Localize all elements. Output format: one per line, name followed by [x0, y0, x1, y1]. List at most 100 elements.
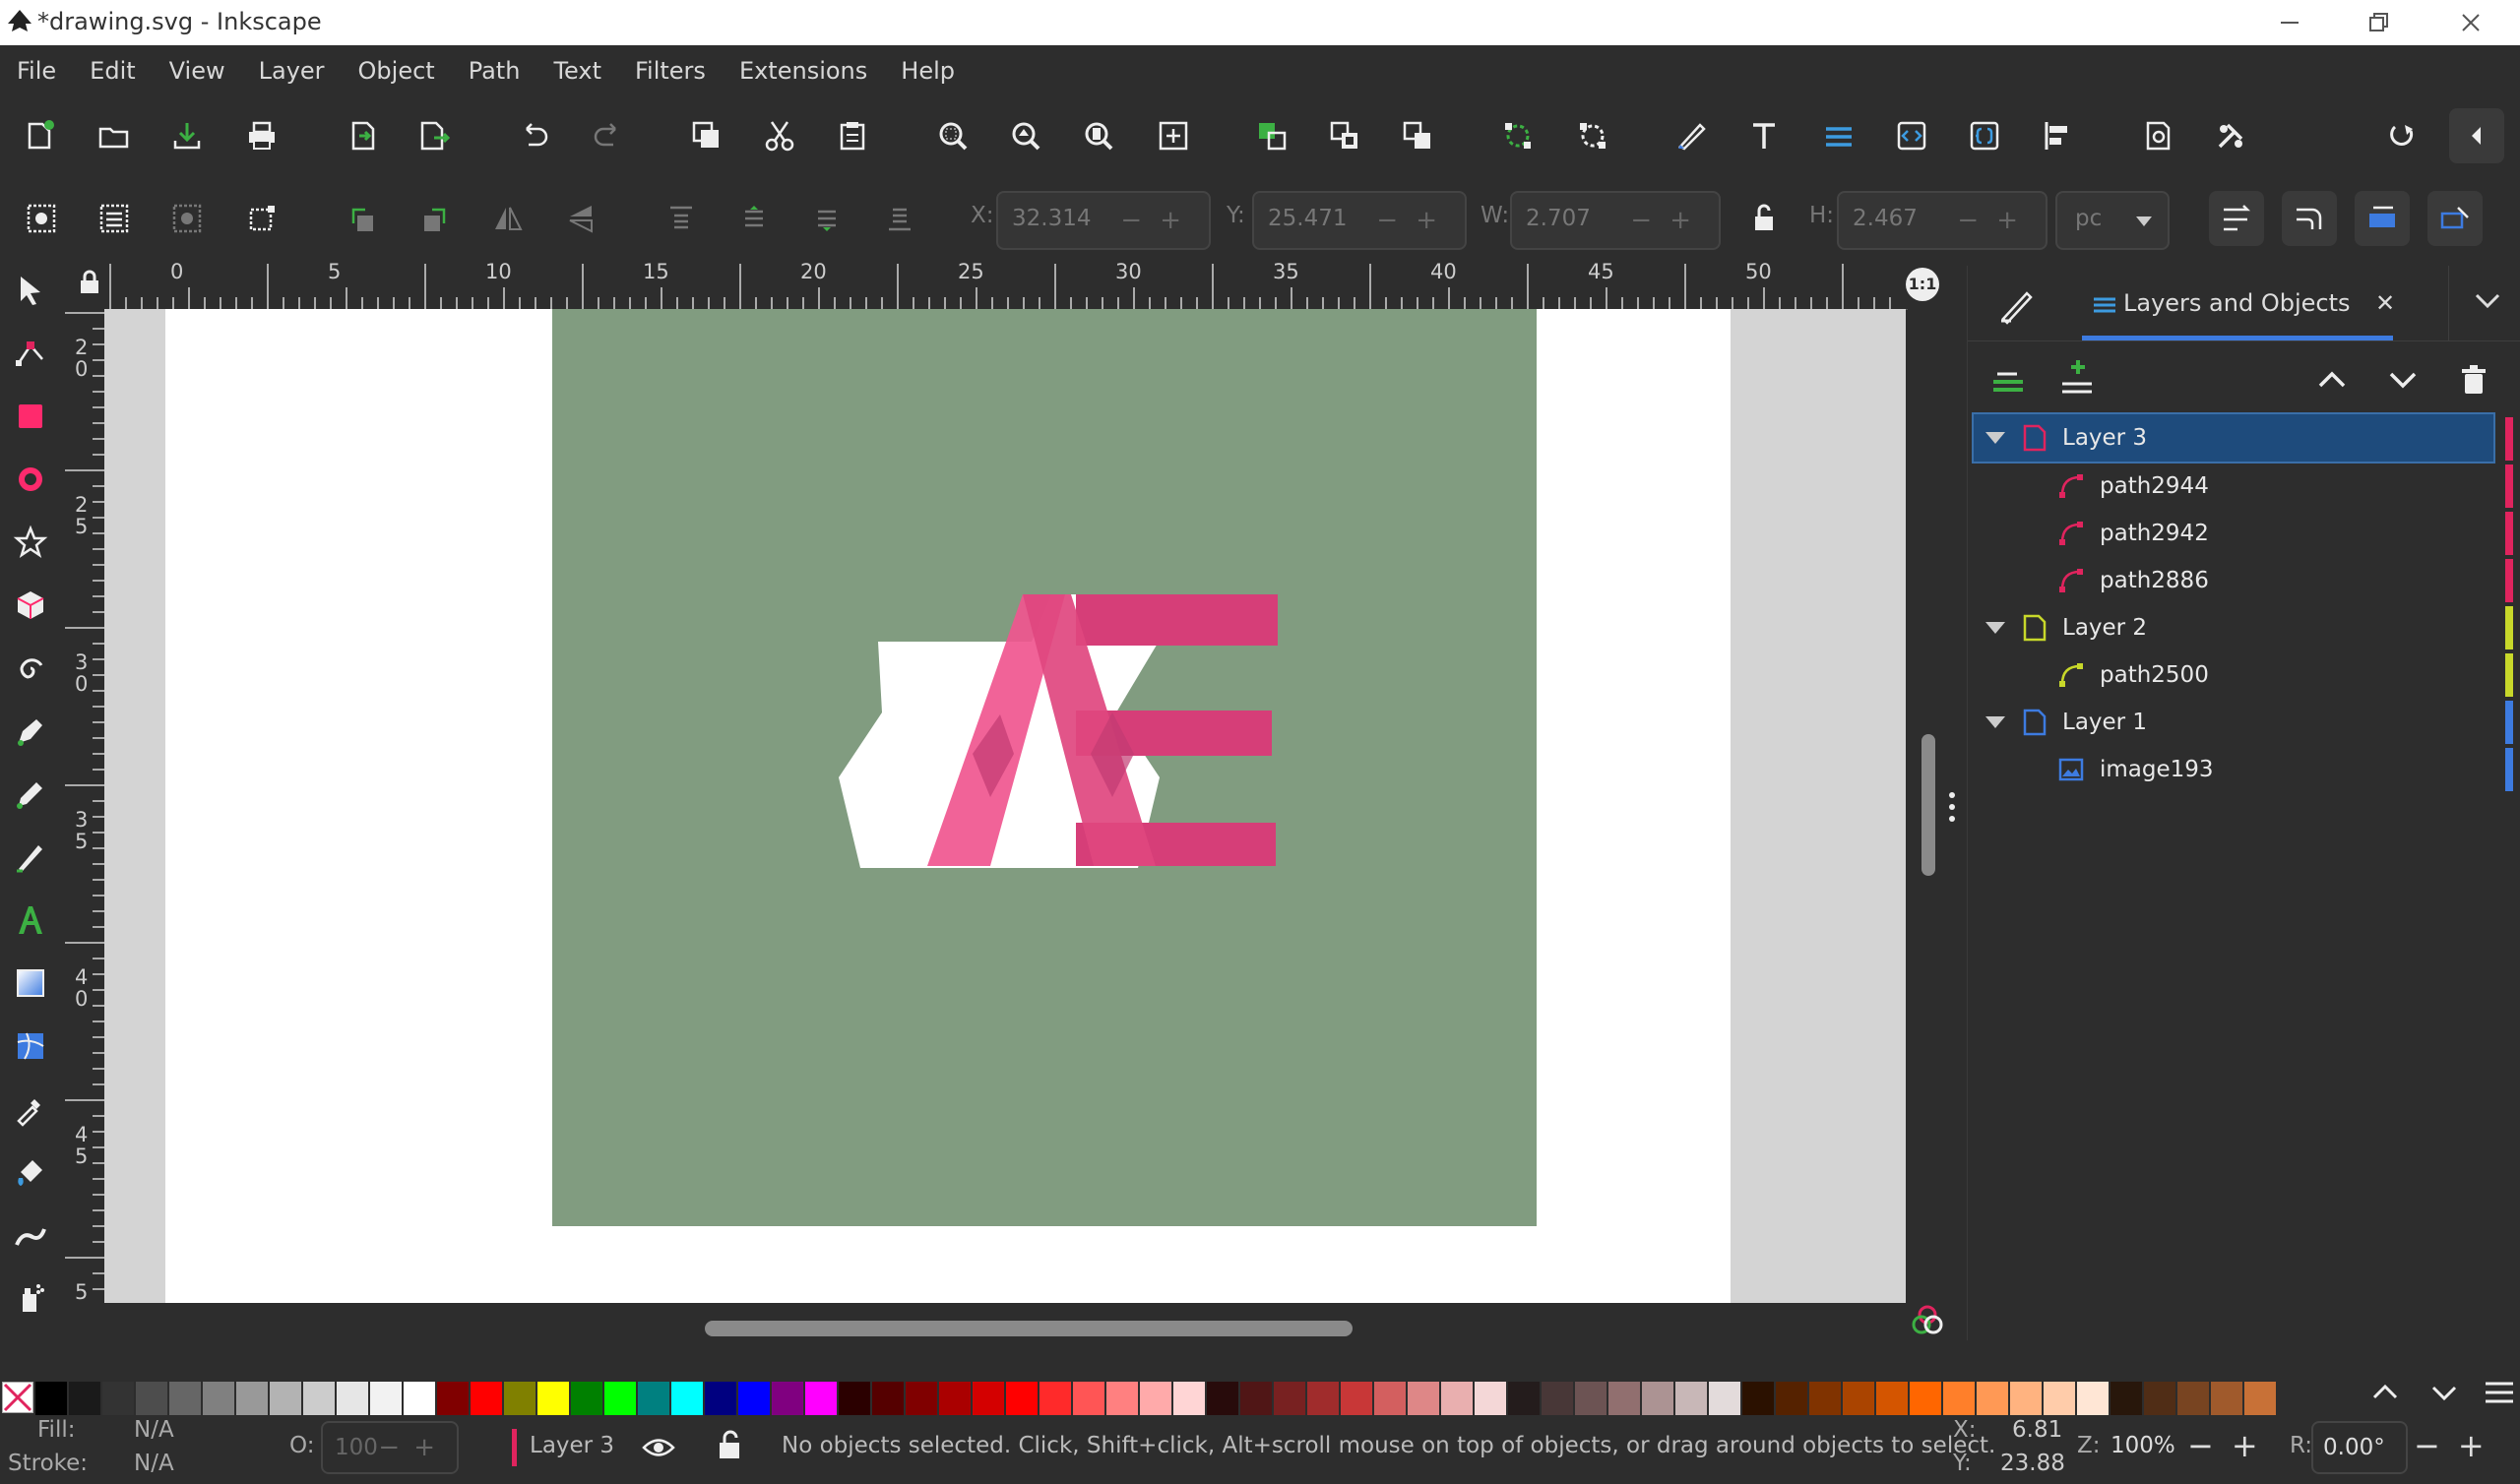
opacity-stepper-icon[interactable]: −+ [378, 1433, 449, 1462]
color-swatch[interactable] [1709, 1382, 1740, 1415]
color-swatch[interactable] [1910, 1382, 1941, 1415]
rectangle-tool-icon[interactable] [6, 392, 55, 441]
redo-icon[interactable] [581, 108, 636, 163]
color-swatch[interactable] [1106, 1382, 1138, 1415]
menu-help[interactable]: Help [884, 49, 972, 93]
move-layer-up-icon[interactable] [2314, 362, 2350, 398]
add-sublayer-icon[interactable] [1989, 362, 2029, 398]
x-stepper-icon[interactable]: −+ [1120, 206, 1199, 235]
horizontal-ruler[interactable]: 0 5 10 15 20 25 30 35 40 45 50 1:1 [61, 258, 1939, 310]
color-swatch[interactable] [1809, 1382, 1841, 1415]
color-swatch[interactable] [337, 1382, 368, 1415]
lock-ratio-icon[interactable] [1736, 191, 1792, 246]
color-swatch[interactable] [939, 1382, 971, 1415]
layer-row-layer-1[interactable]: Layer 1 [1974, 699, 2493, 746]
raise-icon[interactable] [726, 191, 782, 246]
stroke-value[interactable]: N/A [134, 1451, 174, 1476]
move-gradients-icon[interactable] [2355, 191, 2410, 246]
menu-path[interactable]: Path [452, 49, 537, 93]
flip-vertical-icon[interactable] [553, 191, 608, 246]
vertical-ruler[interactable]: 2 0 2 5 3 0 3 5 4 0 4 5 5 [61, 309, 104, 1303]
color-swatch[interactable] [1408, 1382, 1439, 1415]
object-row-image193[interactable]: image193 [1974, 746, 2493, 793]
height-field[interactable]: 2.467 −+ [1837, 191, 2048, 250]
preferences-icon[interactable] [2203, 108, 2258, 163]
chevron-down-icon[interactable] [1984, 430, 2007, 446]
clone-icon[interactable] [1390, 108, 1445, 163]
color-swatch[interactable] [2010, 1382, 2042, 1415]
tab-layers-and-objects[interactable]: Layers and Objects ✕ [2082, 266, 2425, 340]
menu-file[interactable]: File [0, 49, 73, 93]
object-row-path2500[interactable]: path2500 [1974, 651, 2493, 699]
selector-tool-icon[interactable] [6, 266, 55, 315]
color-swatch[interactable] [102, 1382, 134, 1415]
rotate-cw-icon[interactable] [408, 191, 463, 246]
menu-layer[interactable]: Layer [242, 49, 342, 93]
zoom-center-page-icon[interactable] [1146, 108, 1201, 163]
vertical-scroll-thumb[interactable] [1922, 734, 1935, 876]
touch-select-icon[interactable] [234, 191, 289, 246]
color-swatch[interactable] [1475, 1382, 1506, 1415]
star-tool-icon[interactable] [6, 518, 55, 567]
width-field[interactable]: 2.707 −+ [1510, 191, 1721, 250]
zoom-drawing-icon[interactable] [998, 108, 1053, 163]
cut-icon[interactable] [752, 108, 807, 163]
color-swatch[interactable] [1374, 1382, 1406, 1415]
color-swatch[interactable] [537, 1382, 569, 1415]
ungroup-icon[interactable] [1317, 108, 1372, 163]
export-icon[interactable] [406, 108, 461, 163]
color-swatch[interactable] [404, 1382, 435, 1415]
w-stepper-icon[interactable]: −+ [1630, 206, 1709, 235]
color-swatch[interactable] [671, 1382, 703, 1415]
select-all-icon[interactable] [14, 191, 69, 246]
color-swatch[interactable] [872, 1382, 904, 1415]
align-distribute-icon[interactable] [2030, 108, 2085, 163]
color-swatch[interactable] [236, 1382, 268, 1415]
color-swatch[interactable] [738, 1382, 770, 1415]
lower-to-bottom-icon[interactable] [872, 191, 927, 246]
color-swatch[interactable] [1776, 1382, 1807, 1415]
color-swatch[interactable] [1307, 1382, 1339, 1415]
color-swatch[interactable] [203, 1382, 234, 1415]
scale-corners-icon[interactable] [2282, 191, 2337, 246]
color-swatch[interactable] [2244, 1382, 2276, 1415]
fill-stroke-tab-icon[interactable] [1997, 285, 2037, 325]
color-swatch[interactable] [303, 1382, 335, 1415]
color-swatch[interactable] [2044, 1382, 2075, 1415]
chevron-down-icon[interactable] [1984, 620, 2007, 636]
color-swatch[interactable] [504, 1382, 536, 1415]
color-swatch[interactable] [1943, 1382, 1975, 1415]
color-swatch[interactable] [772, 1382, 803, 1415]
zoom-value[interactable]: 100% [2110, 1433, 2175, 1458]
eye-visibility-icon[interactable] [642, 1433, 675, 1462]
stroke-to-path-icon[interactable] [1565, 108, 1620, 163]
zoom-page-icon[interactable] [1071, 108, 1126, 163]
fill-value[interactable]: N/A [134, 1417, 174, 1443]
select-all-layers-icon[interactable] [87, 191, 142, 246]
object-row-path2886[interactable]: path2886 [1974, 557, 2493, 604]
drawing-canvas[interactable] [104, 309, 1906, 1303]
collapse-snap-bar-icon[interactable] [2449, 108, 2504, 163]
lock-guides-icon[interactable] [79, 270, 100, 295]
object-row-path2944[interactable]: path2944 [1974, 463, 2493, 510]
mesh-tool-icon[interactable] [6, 1021, 55, 1071]
color-swatch[interactable] [906, 1382, 937, 1415]
y-stepper-icon[interactable]: −+ [1376, 206, 1455, 235]
menu-object[interactable]: Object [342, 49, 452, 93]
no-paint-swatch-icon[interactable] [2, 1382, 33, 1413]
layer-row-layer-3[interactable]: Layer 3 [1972, 412, 2495, 464]
panel-handle-icon[interactable] [1947, 787, 1957, 827]
duplicate-icon[interactable] [679, 108, 734, 163]
import-icon[interactable] [335, 108, 390, 163]
snap-toggle-icon[interactable] [2374, 108, 2429, 163]
selectors-css-icon[interactable] [1957, 108, 2012, 163]
color-swatch[interactable] [839, 1382, 870, 1415]
palette-scroll-up-icon[interactable] [2370, 1378, 2400, 1407]
menu-extensions[interactable]: Extensions [723, 49, 884, 93]
color-swatch[interactable] [169, 1382, 201, 1415]
color-swatch[interactable] [1207, 1382, 1238, 1415]
color-swatch[interactable] [2177, 1382, 2209, 1415]
raise-to-top-icon[interactable] [654, 191, 709, 246]
menu-filters[interactable]: Filters [618, 49, 723, 93]
color-swatch[interactable] [705, 1382, 736, 1415]
